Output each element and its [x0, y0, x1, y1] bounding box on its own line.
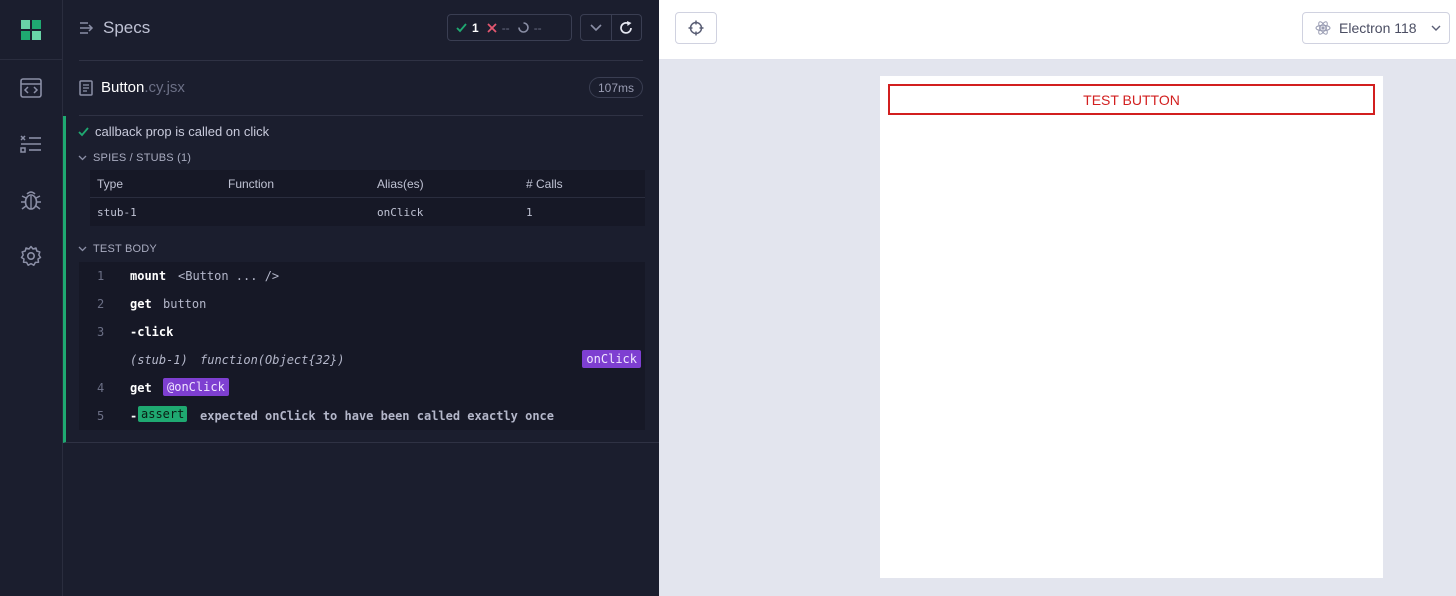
- menu-arrow-icon: [80, 22, 94, 34]
- spec-file-base: Button: [101, 79, 145, 96]
- stub-call-row[interactable]: (stub-1) function(Object{32}) onClick: [79, 346, 645, 374]
- duration-badge: 107ms: [588, 77, 643, 98]
- crosshair-icon: [688, 20, 704, 36]
- stub-alias: onClick: [377, 206, 424, 219]
- chevron-down-icon: [1431, 25, 1441, 31]
- pending-count: --: [533, 20, 542, 35]
- column-header: # Calls: [526, 177, 563, 191]
- logo-icon: [21, 19, 41, 40]
- command-number: 2: [97, 297, 105, 311]
- check-icon: [456, 23, 467, 33]
- command-name: mount: [130, 269, 167, 283]
- reporter-panel: Specs 1 -- -- Button.cy.jsx 107ms callba…: [63, 0, 659, 596]
- electron-icon: [1315, 21, 1331, 35]
- command-row[interactable]: 4 get @onClick: [79, 374, 645, 402]
- left-nav: [0, 0, 63, 596]
- nav-debug-button[interactable]: [0, 172, 62, 228]
- collapse-button[interactable]: [581, 15, 611, 40]
- pending-icon: [517, 22, 529, 33]
- table-header-row: Type Function Alias(es) # Calls: [90, 170, 645, 198]
- test-body-toggle[interactable]: TEST BODY: [78, 243, 157, 255]
- alias-badge: onClick: [582, 350, 641, 368]
- alias-badge: @onClick: [163, 378, 229, 396]
- spies-section-toggle[interactable]: SPIES / STUBS (1): [78, 152, 191, 164]
- command-message: <Button ... />: [178, 269, 280, 283]
- gear-icon: [20, 245, 42, 266]
- rerun-button[interactable]: [610, 15, 642, 40]
- aut-viewport: TEST BUTTON: [880, 76, 1383, 578]
- spec-file-header: Button.cy.jsx 107ms: [63, 61, 659, 116]
- cross-icon: [487, 22, 497, 33]
- command-row[interactable]: 1 mount <Button ... />: [79, 262, 645, 290]
- command-name: get: [130, 381, 152, 395]
- command-number: 5: [97, 409, 105, 423]
- command-message: button: [163, 297, 207, 311]
- assert-badge: assert: [138, 406, 188, 422]
- specs-toggle[interactable]: Specs: [79, 18, 150, 38]
- browser-select[interactable]: Electron 118: [1302, 12, 1450, 44]
- stub-call-function: function(Object{32}): [200, 353, 345, 367]
- reporter-header: Specs 1 -- --: [63, 0, 659, 61]
- failed-stat: --: [487, 21, 510, 35]
- command-number: 1: [97, 269, 105, 283]
- column-header: Function: [228, 177, 275, 191]
- chevron-down-icon: [78, 246, 87, 252]
- test-item: callback prop is called on click SPIES /…: [63, 116, 659, 443]
- nav-settings-button[interactable]: [0, 228, 62, 284]
- document-icon: [79, 79, 93, 96]
- spies-table: Type Function Alias(es) # Calls stub-1 o…: [90, 170, 645, 226]
- column-header: Alias(es): [377, 177, 424, 191]
- command-row[interactable]: 2 get button: [79, 290, 645, 318]
- chevron-down-icon: [78, 155, 87, 161]
- test-stats: 1 -- --: [447, 14, 572, 41]
- refresh-icon: [620, 20, 633, 34]
- test-body-label: TEST BODY: [93, 243, 157, 255]
- command-name: -click: [130, 325, 174, 339]
- assert-message: expected onClick to have been called exa…: [200, 409, 555, 423]
- spies-section-label: SPIES / STUBS (1): [93, 152, 192, 164]
- command-name: -: [130, 409, 138, 423]
- specs-title: Specs: [103, 18, 151, 37]
- chevron-down-icon: [590, 23, 602, 31]
- test-button[interactable]: TEST BUTTON: [888, 84, 1375, 115]
- command-row[interactable]: 3 -click: [79, 318, 645, 346]
- cypress-logo[interactable]: [0, 0, 62, 60]
- bug-icon: [21, 191, 41, 210]
- test-title: callback prop is called on click: [95, 124, 270, 139]
- aut-toolbar: Electron 118: [659, 0, 1456, 60]
- aut-panel: Electron 118 TEST BUTTON: [659, 0, 1456, 596]
- failed-count: --: [501, 20, 510, 35]
- passed-count: 1: [472, 20, 479, 35]
- spec-file-ext: .cy.jsx: [144, 79, 185, 96]
- check-icon: [78, 127, 89, 137]
- command-log: 1 mount <Button ... /> 2 get button 3 -c…: [79, 262, 645, 430]
- nav-specs-button[interactable]: [0, 60, 62, 116]
- command-number: 4: [97, 381, 105, 395]
- test-title-row[interactable]: callback prop is called on click: [78, 124, 269, 139]
- column-header: Type: [97, 177, 124, 191]
- pending-stat: --: [517, 20, 542, 35]
- table-row[interactable]: stub-1 onClick 1: [90, 198, 645, 226]
- command-row[interactable]: 5 - assert expected onClick to have been…: [79, 402, 645, 430]
- nav-runs-button[interactable]: [0, 116, 62, 172]
- reporter-controls: [580, 14, 642, 41]
- command-name: get: [130, 297, 152, 311]
- spec-file-name[interactable]: Button.cy.jsx: [79, 79, 185, 96]
- stub-calls: 1: [526, 206, 533, 219]
- selector-playground-button[interactable]: [675, 12, 717, 44]
- command-number: 3: [97, 325, 105, 339]
- list-icon: [20, 135, 41, 153]
- browser-code-icon: [20, 78, 42, 98]
- stub-call-name: (stub-1): [130, 353, 188, 367]
- stub-type: stub-1: [97, 206, 137, 219]
- browser-label: Electron 118: [1339, 20, 1417, 36]
- passed-stat: 1: [456, 21, 479, 35]
